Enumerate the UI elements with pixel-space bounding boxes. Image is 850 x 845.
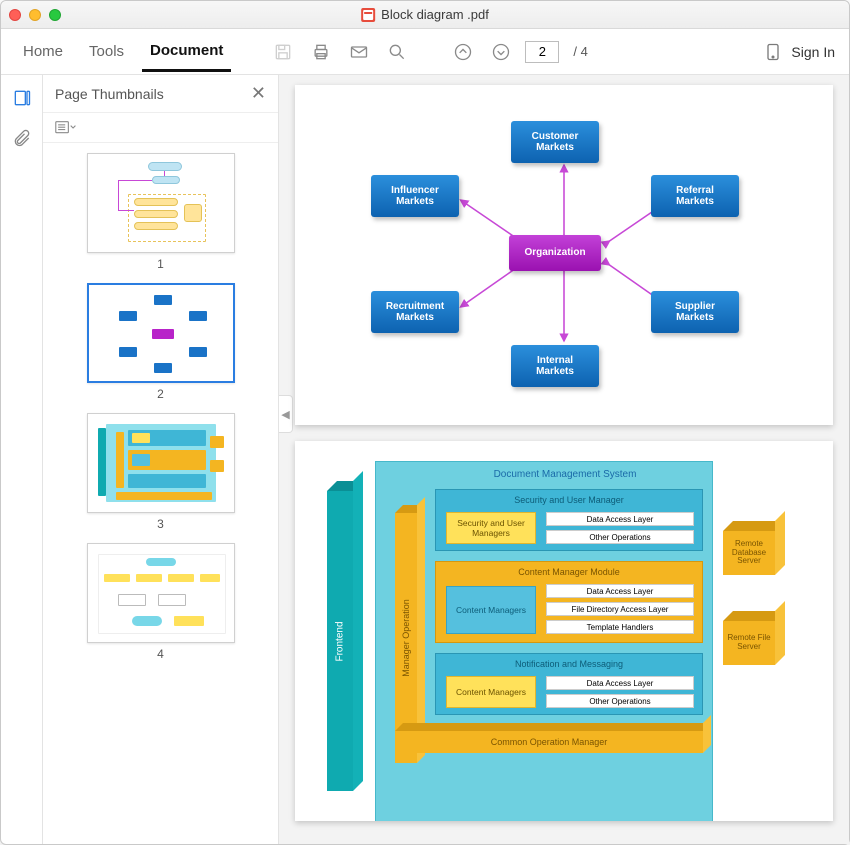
thumbnail-3[interactable]: 3	[87, 413, 235, 531]
thumbnails-rail-icon[interactable]	[9, 85, 35, 111]
arch-title: Document Management System	[445, 467, 685, 481]
thumbnails-title: Page Thumbnails	[55, 86, 164, 102]
tab-document[interactable]: Document	[142, 32, 231, 72]
arch-sec3: Notification and Messaging Content Manag…	[435, 653, 703, 715]
arch-sec1: Security and User Manager Security and U…	[435, 489, 703, 551]
attachments-rail-icon[interactable]	[9, 125, 35, 151]
thumbnail-1-num: 1	[87, 257, 235, 271]
left-rail	[1, 75, 43, 844]
save-icon[interactable]	[269, 38, 297, 66]
thumbnail-2[interactable]: 2	[87, 283, 235, 401]
page-up-icon[interactable]	[449, 38, 477, 66]
toolbar: Home Tools Document / 4 Sign In	[1, 29, 849, 75]
title-text: Block diagram .pdf	[381, 7, 489, 22]
thumbnails-panel: Page Thumbnails ✕	[43, 75, 279, 844]
thumbnails-options[interactable]	[43, 113, 278, 143]
pdf-icon	[361, 8, 375, 22]
thumbnails-header: Page Thumbnails ✕	[43, 75, 278, 113]
thumbnail-4-num: 4	[87, 647, 235, 661]
remote-db-block: Remote Database Server	[723, 531, 775, 575]
print-icon[interactable]	[307, 38, 335, 66]
org-node-br: Supplier Markets	[651, 291, 739, 333]
thumbnail-4[interactable]: 4	[87, 543, 235, 661]
page-3: Frontend Manager Operation Document Mana…	[295, 441, 833, 821]
arch-sec2: Content Manager Module Content Managers …	[435, 561, 703, 643]
org-node-tr: Referral Markets	[651, 175, 739, 217]
titlebar: Block diagram .pdf	[1, 1, 849, 29]
page-count: / 4	[573, 44, 587, 59]
window-controls	[9, 9, 61, 21]
document-area[interactable]: ◀ Organization	[279, 75, 849, 844]
thumbnail-1[interactable]: 1	[87, 153, 235, 271]
common-op-block: Common Operation Manager	[395, 731, 703, 753]
close-thumbnails-icon[interactable]: ✕	[251, 83, 266, 104]
org-node-top: Customer Markets	[511, 121, 599, 163]
org-center-box: Organization	[509, 235, 601, 271]
email-icon[interactable]	[345, 38, 373, 66]
remote-file-block: Remote File Server	[723, 621, 775, 665]
frontend-block: Frontend	[327, 491, 353, 791]
tab-home[interactable]: Home	[15, 33, 71, 70]
app-window: Block diagram .pdf Home Tools Document /…	[0, 0, 850, 845]
org-node-bottom: Internal Markets	[511, 345, 599, 387]
maximize-window-button[interactable]	[49, 9, 61, 21]
collapse-sidebar-handle[interactable]: ◀	[279, 395, 293, 433]
org-node-tl: Influencer Markets	[371, 175, 459, 217]
window-title: Block diagram .pdf	[361, 7, 489, 22]
thumbnail-3-num: 3	[87, 517, 235, 531]
search-icon[interactable]	[383, 38, 411, 66]
page-down-icon[interactable]	[487, 38, 515, 66]
page-number-input[interactable]	[525, 41, 559, 63]
thumbnail-2-num: 2	[87, 387, 235, 401]
page-2: Organization Customer Markets Influencer…	[295, 85, 833, 425]
content-area: Page Thumbnails ✕	[1, 75, 849, 844]
sign-in-button[interactable]: Sign In	[763, 42, 835, 62]
org-node-bl: Recruitment Markets	[371, 291, 459, 333]
thumbnails-list[interactable]: 1 2	[43, 143, 278, 844]
tab-tools[interactable]: Tools	[81, 33, 132, 70]
sign-in-label: Sign In	[791, 44, 835, 60]
close-window-button[interactable]	[9, 9, 21, 21]
minimize-window-button[interactable]	[29, 9, 41, 21]
